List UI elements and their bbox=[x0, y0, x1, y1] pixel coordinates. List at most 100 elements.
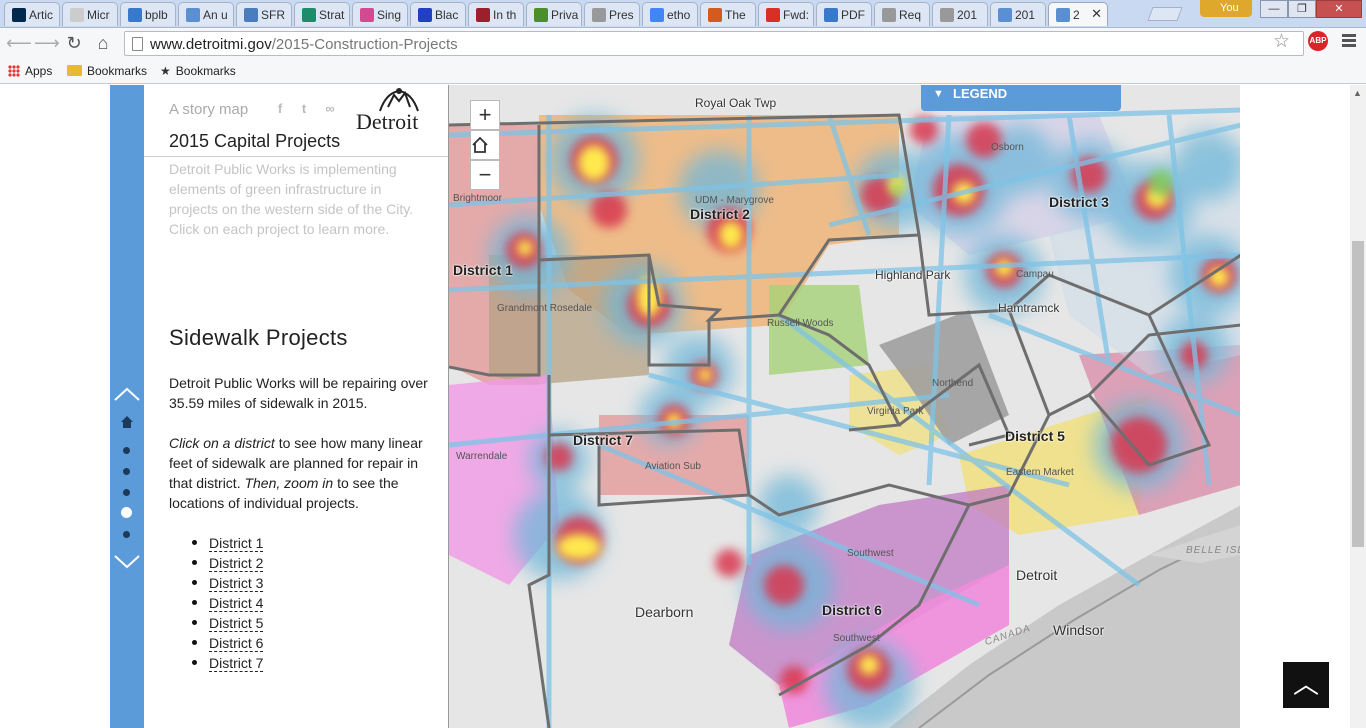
tab[interactable]: 201 bbox=[932, 2, 988, 26]
url-text: www.detroitmi.gov/2015-Construction-Proj… bbox=[150, 36, 458, 53]
district-1-link[interactable]: District 1 bbox=[209, 535, 264, 552]
list-item: District 1 bbox=[191, 533, 264, 553]
tab[interactable]: Micr bbox=[62, 2, 118, 26]
place-label-windsor: Windsor bbox=[1053, 622, 1105, 638]
close-tab-icon[interactable]: ✕ bbox=[1091, 6, 1102, 22]
nav-dot-active[interactable] bbox=[121, 507, 132, 518]
triangle-icon bbox=[302, 8, 316, 22]
neighborhood-label: Grandmont Rosedale bbox=[497, 303, 593, 314]
minimize-button[interactable]: — bbox=[1260, 0, 1288, 18]
bookmark-apps[interactable]: Apps bbox=[8, 63, 52, 79]
facebook-icon[interactable]: f bbox=[272, 101, 288, 117]
tab[interactable]: PDF bbox=[816, 2, 872, 26]
b-icon bbox=[824, 8, 838, 22]
district-4-link[interactable]: District 4 bbox=[209, 595, 264, 612]
list-item: District 2 bbox=[191, 553, 264, 573]
tab-title: bplb bbox=[145, 8, 168, 22]
address-bar[interactable]: www.detroitmi.gov/2015-Construction-Proj… bbox=[124, 31, 1304, 56]
home-extent-button[interactable] bbox=[470, 130, 500, 160]
story-header: A story map f t ∞ Detroit 2015 Capital P… bbox=[144, 85, 448, 157]
tab-title: The bbox=[725, 8, 746, 22]
maximize-button[interactable]: ❐ bbox=[1288, 0, 1316, 18]
district-3-label[interactable]: District 3 bbox=[1049, 194, 1109, 210]
chevron-down-icon: ▼ bbox=[933, 88, 944, 100]
scroll-down-icon[interactable] bbox=[110, 555, 144, 574]
tab-title: Artic bbox=[29, 8, 53, 22]
list-item: District 7 bbox=[191, 653, 264, 673]
tab[interactable]: Pres bbox=[584, 2, 640, 26]
home-nav-icon[interactable] bbox=[110, 415, 144, 434]
map-canvas[interactable] bbox=[449, 85, 1240, 728]
tab[interactable]: Sing bbox=[352, 2, 408, 26]
place-label-royal-oak: Royal Oak Twp bbox=[695, 96, 777, 110]
chrome-menu-icon[interactable] bbox=[1340, 32, 1358, 52]
profile-button[interactable]: You bbox=[1200, 0, 1252, 17]
district-3-link[interactable]: District 3 bbox=[209, 575, 264, 592]
nav-dot[interactable] bbox=[123, 531, 130, 538]
tab[interactable]: SFR bbox=[236, 2, 292, 26]
zoom-out-button[interactable]: − bbox=[470, 160, 500, 190]
nav-dot[interactable] bbox=[123, 447, 130, 454]
window-close-button[interactable]: ✕ bbox=[1316, 0, 1362, 18]
michigan-icon bbox=[12, 8, 26, 22]
scroll-up-arrow-icon[interactable]: ▲ bbox=[1353, 88, 1362, 98]
tab[interactable]: Artic bbox=[4, 2, 60, 26]
district-6-label[interactable]: District 6 bbox=[822, 602, 882, 618]
tab-active[interactable]: 2 ✕ bbox=[1048, 2, 1108, 26]
place-label-detroit: Detroit bbox=[1016, 567, 1058, 583]
tab[interactable]: Fwd: bbox=[758, 2, 814, 26]
tab[interactable]: Priva bbox=[526, 2, 582, 26]
district-link-list: District 1 District 2 District 3 Distric… bbox=[191, 533, 264, 673]
district-1-label[interactable]: District 1 bbox=[453, 262, 513, 278]
reload-icon[interactable]: ↻ bbox=[63, 32, 85, 54]
scrollbar-thumb[interactable] bbox=[1352, 241, 1364, 547]
nav-dot[interactable] bbox=[123, 468, 130, 475]
blank-icon bbox=[70, 8, 84, 22]
tab[interactable]: bplb bbox=[120, 2, 176, 26]
district-5-link[interactable]: District 5 bbox=[209, 615, 264, 632]
list-item: District 6 bbox=[191, 633, 264, 653]
district-6-link[interactable]: District 6 bbox=[209, 635, 264, 652]
tab[interactable]: Blac bbox=[410, 2, 466, 26]
district-2-link[interactable]: District 2 bbox=[209, 555, 264, 572]
bookmark-folder[interactable]: Bookmarks bbox=[67, 63, 147, 79]
page-icon bbox=[940, 8, 954, 22]
scroll-up-icon[interactable] bbox=[110, 387, 144, 406]
scroll-to-top-button[interactable]: ︿ bbox=[1283, 662, 1329, 708]
tab-title: Sing bbox=[377, 8, 402, 22]
new-tab-button[interactable] bbox=[1147, 7, 1183, 21]
legend-toggle[interactable]: ▼ LEGEND bbox=[921, 85, 1121, 111]
tab[interactable]: Strat bbox=[294, 2, 350, 26]
bookmark-star-item[interactable]: ★ Bookmarks bbox=[160, 63, 236, 79]
twitter-icon[interactable]: t bbox=[296, 101, 312, 117]
zoom-in-button[interactable]: + bbox=[470, 100, 500, 130]
tab[interactable]: The bbox=[700, 2, 756, 26]
back-icon[interactable]: ⟵ bbox=[6, 32, 32, 54]
tab-title: Micr bbox=[87, 8, 110, 22]
tab[interactable]: Req bbox=[874, 2, 930, 26]
neighborhood-label: Brightmoor bbox=[453, 193, 502, 204]
tab[interactable]: etho bbox=[642, 2, 698, 26]
neighborhood-label: Russell Woods bbox=[767, 318, 834, 329]
nav-dot[interactable] bbox=[123, 489, 130, 496]
page-icon bbox=[882, 8, 896, 22]
image-icon bbox=[998, 8, 1012, 22]
district-7-link[interactable]: District 7 bbox=[209, 655, 264, 672]
link-icon[interactable]: ∞ bbox=[322, 101, 338, 117]
home-icon[interactable]: ⌂ bbox=[92, 32, 114, 54]
district-5-label[interactable]: District 5 bbox=[1005, 428, 1065, 444]
tab-title: 2 bbox=[1073, 8, 1080, 22]
tab[interactable]: 201 bbox=[990, 2, 1046, 26]
bookmark-star-icon[interactable]: ☆ bbox=[1273, 30, 1290, 53]
tab-title: In th bbox=[493, 8, 517, 22]
tab-title: Fwd: bbox=[783, 8, 810, 22]
map-view[interactable]: Royal Oak Twp District 2 District 1 Dist… bbox=[448, 85, 1240, 728]
page-scrollbar[interactable]: ▲ bbox=[1350, 85, 1366, 728]
district-2-label[interactable]: District 2 bbox=[690, 206, 750, 222]
tab[interactable]: In th bbox=[468, 2, 524, 26]
district-7-label[interactable]: District 7 bbox=[573, 432, 633, 448]
gear-icon bbox=[244, 8, 258, 22]
adblock-icon[interactable]: ABP bbox=[1308, 31, 1328, 51]
tab[interactable]: An u bbox=[178, 2, 234, 26]
forward-icon[interactable]: ⟶ bbox=[34, 32, 60, 54]
